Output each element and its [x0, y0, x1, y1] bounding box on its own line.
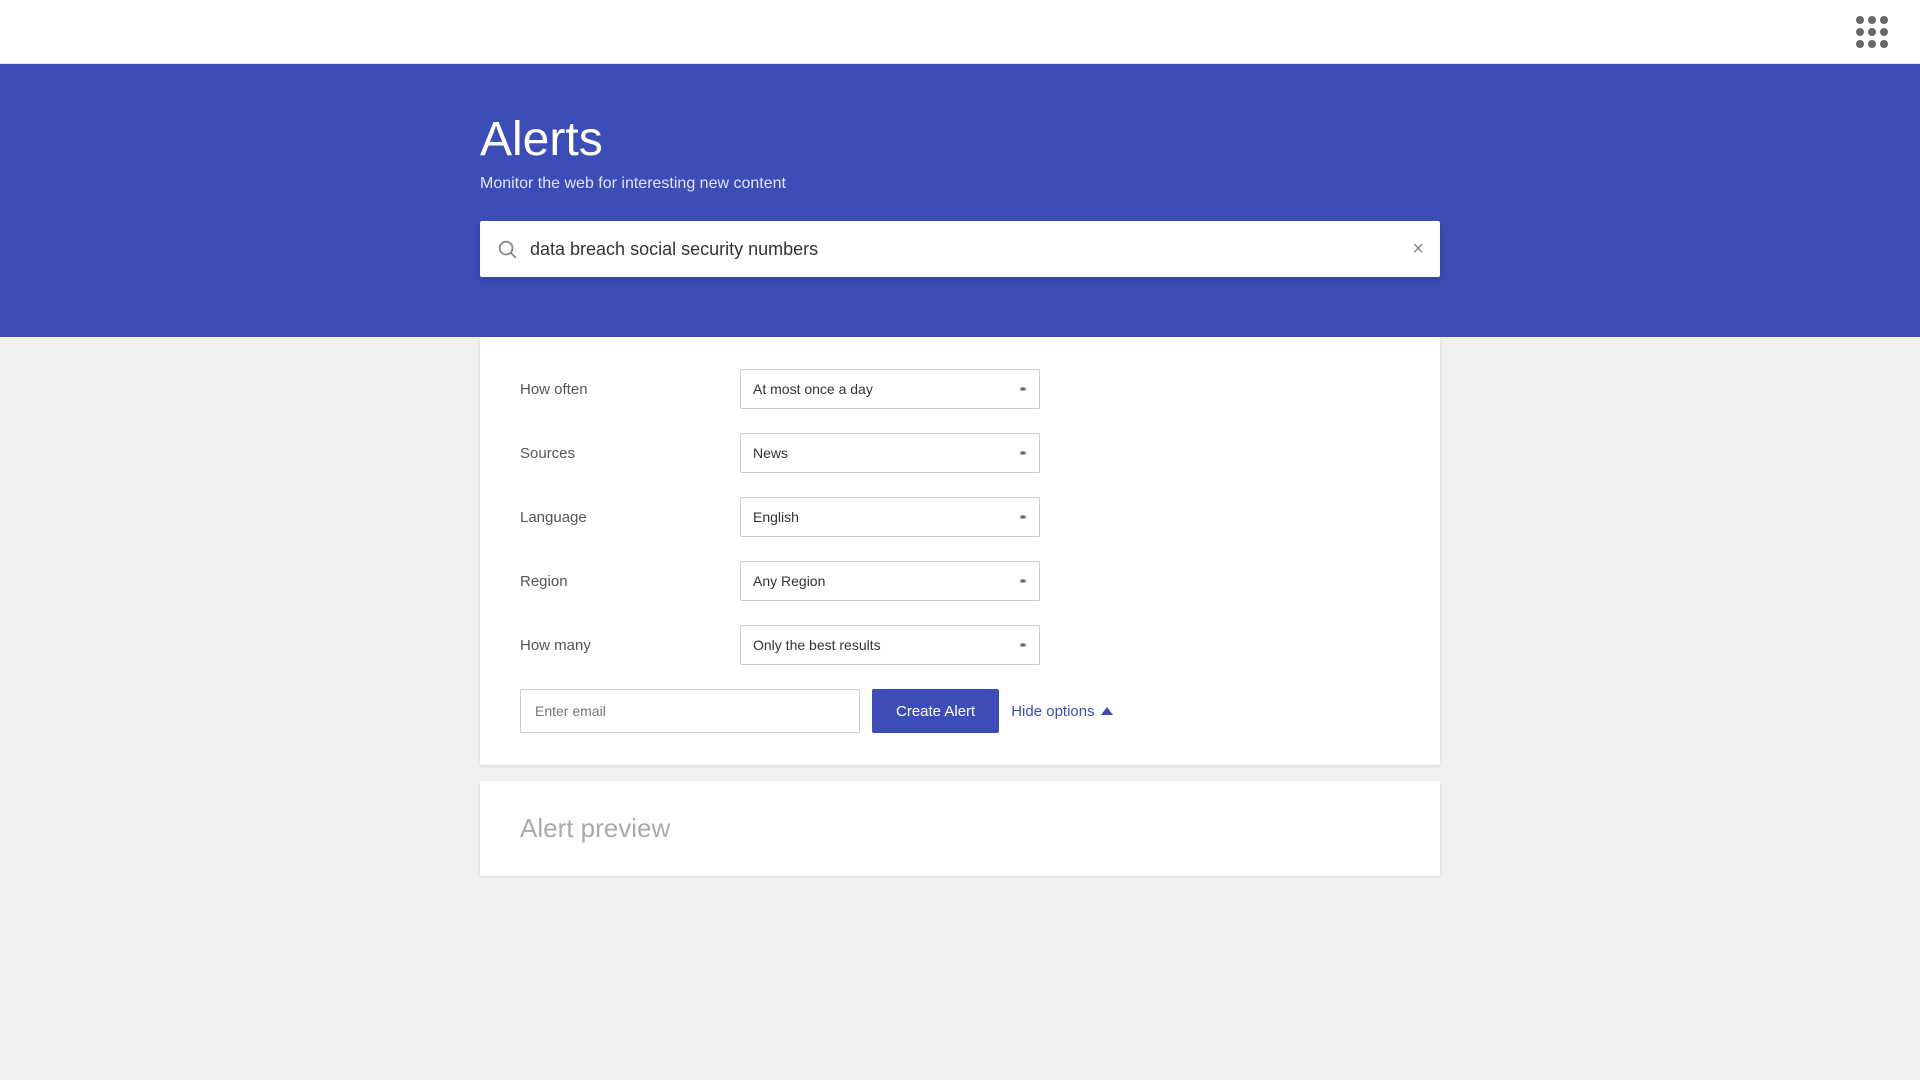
how-often-select[interactable]: As-it-happens At most once a day At most…: [740, 369, 1040, 409]
region-select[interactable]: Any Region United States United Kingdom …: [740, 561, 1040, 601]
hide-options-button[interactable]: Hide options: [1011, 703, 1112, 720]
how-many-select[interactable]: Only the best results All results: [740, 625, 1040, 665]
language-row: Language Any Language English Spanish Fr…: [520, 497, 1400, 537]
language-select[interactable]: Any Language English Spanish French Germ…: [740, 497, 1040, 537]
topbar: [0, 0, 1920, 64]
create-alert-button[interactable]: Create Alert: [872, 689, 999, 733]
search-input[interactable]: [530, 239, 1412, 260]
google-apps-icon[interactable]: [1856, 16, 1888, 48]
alert-preview-title: Alert preview: [520, 813, 1400, 844]
language-label: Language: [520, 509, 740, 526]
sources-row: Sources Automatic News Blogs Web Video B…: [520, 433, 1400, 473]
how-often-label: How often: [520, 381, 740, 398]
page-title: Alerts: [480, 112, 1440, 167]
region-row: Region Any Region United States United K…: [520, 561, 1400, 601]
how-often-row: How often As-it-happens At most once a d…: [520, 369, 1400, 409]
hide-options-label: Hide options: [1011, 703, 1094, 720]
options-card: How often As-it-happens At most once a d…: [480, 337, 1440, 765]
clear-search-button[interactable]: ×: [1412, 239, 1424, 259]
page-subtitle: Monitor the web for interesting new cont…: [480, 175, 1440, 193]
how-many-label: How many: [520, 637, 740, 654]
email-input[interactable]: [520, 689, 860, 733]
sources-label: Sources: [520, 445, 740, 462]
action-row: Create Alert Hide options: [520, 689, 1400, 733]
chevron-up-icon: [1101, 707, 1113, 715]
alert-preview-card: Alert preview: [480, 781, 1440, 876]
search-icon: [496, 238, 518, 260]
how-many-row: How many Only the best results All resul…: [520, 625, 1400, 665]
search-box: ×: [480, 221, 1440, 277]
region-label: Region: [520, 573, 740, 590]
sources-select[interactable]: Automatic News Blogs Web Video Books Dis…: [740, 433, 1040, 473]
hero-section: Alerts Monitor the web for interesting n…: [0, 64, 1920, 337]
main-content: How often As-it-happens At most once a d…: [0, 337, 1920, 916]
